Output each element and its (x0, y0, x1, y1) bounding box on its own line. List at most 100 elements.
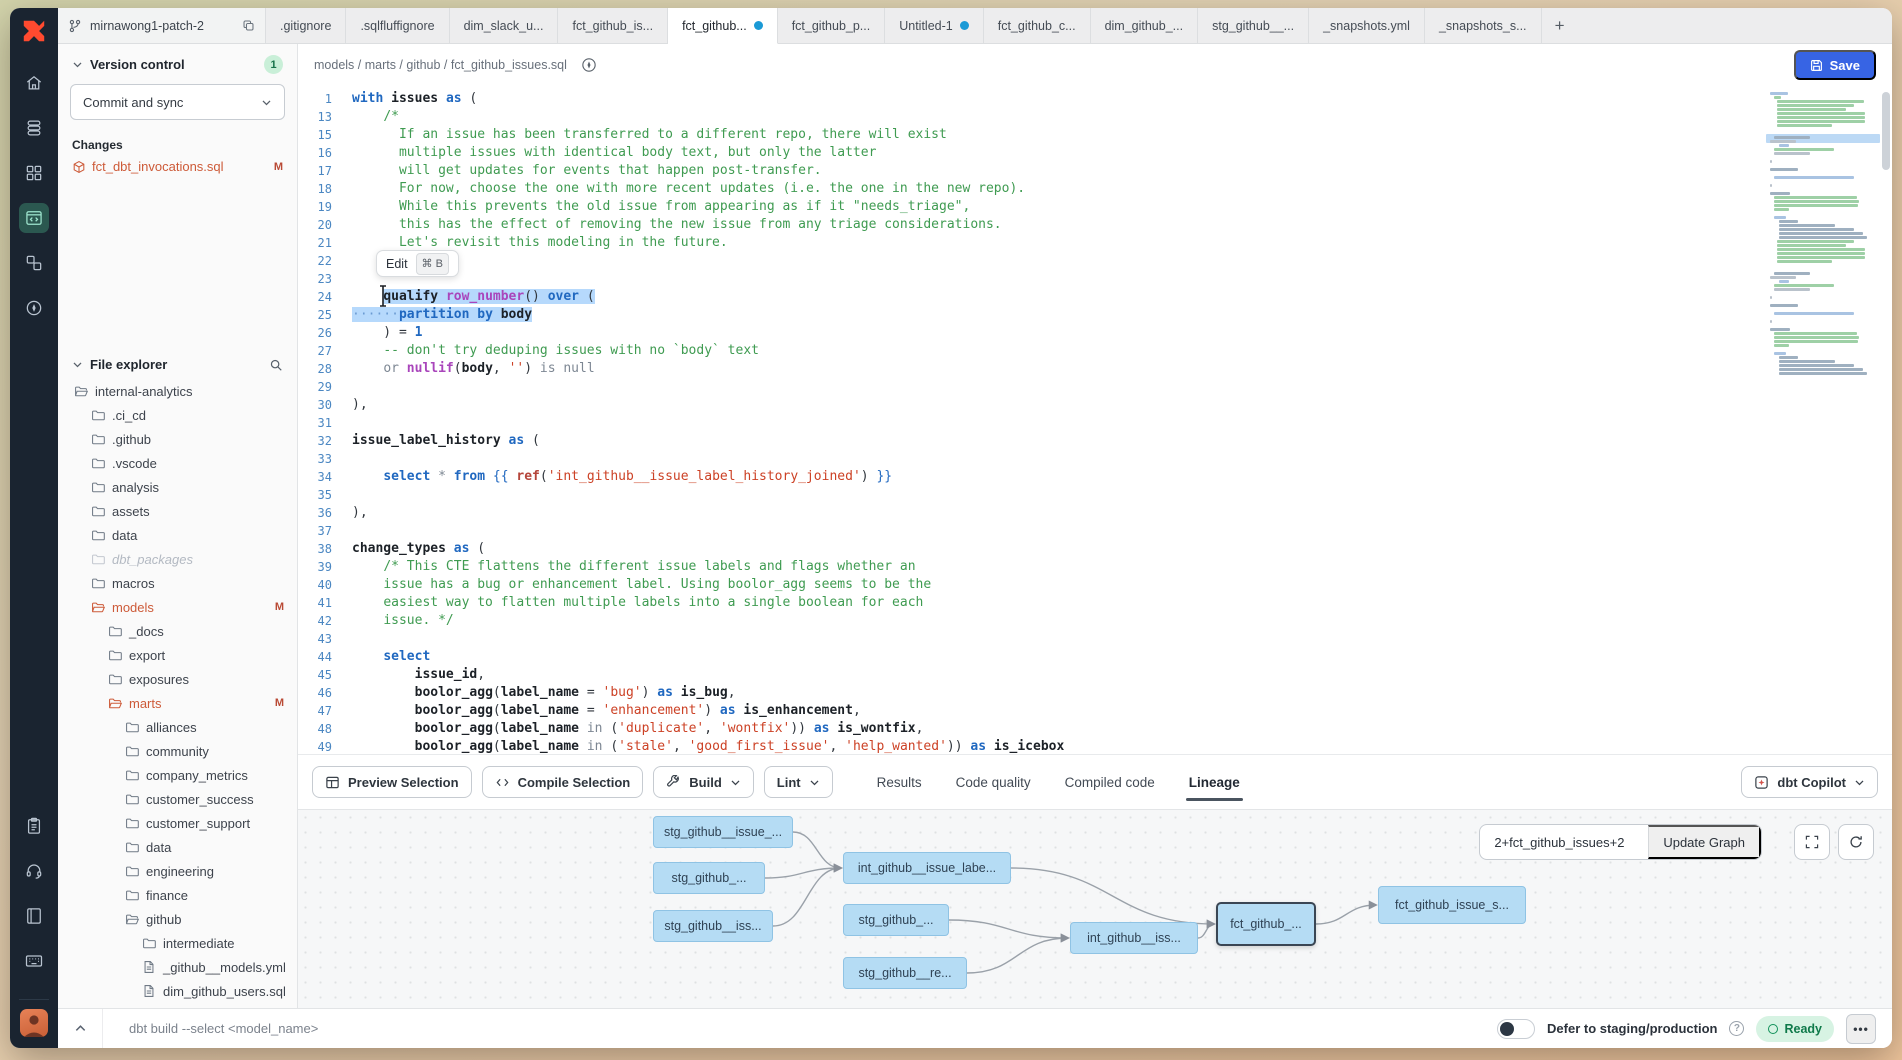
fullscreen-button[interactable] (1794, 824, 1830, 860)
code-line[interactable]: 43 (298, 630, 1892, 648)
file-tree-item[interactable]: _github__models.yml (58, 955, 297, 979)
code-line[interactable]: 44 select (298, 648, 1892, 666)
file-tree-item[interactable]: engineering (58, 859, 297, 883)
file-tree-item[interactable]: customer_success (58, 787, 297, 811)
clipboard-icon[interactable] (19, 811, 49, 841)
lint-button[interactable]: Lint (764, 766, 833, 798)
file-tab[interactable]: fct_github... (668, 8, 778, 44)
lineage-node[interactable]: stg_github__iss... (653, 910, 773, 942)
file-tree-item[interactable]: analysis (58, 475, 297, 499)
file-tree-item[interactable]: exposures (58, 667, 297, 691)
search-icon[interactable] (269, 358, 283, 372)
file-tab[interactable]: .sqlfluffignore (346, 8, 449, 43)
code-line[interactable]: 48 boolor_agg(label_name in ('duplicate'… (298, 720, 1892, 738)
file-tab[interactable]: Untitled-1 (885, 8, 984, 43)
file-tree-item[interactable]: data (58, 835, 297, 859)
commit-and-sync-button[interactable]: Commit and sync (70, 84, 285, 120)
code-line[interactable]: 30), (298, 396, 1892, 414)
code-line[interactable]: 18 For now, choose the one with more rec… (298, 180, 1892, 198)
code-line[interactable]: 36), (298, 504, 1892, 522)
lineage-node[interactable]: stg_github_... (843, 904, 949, 936)
overflow-menu-button[interactable]: ••• (1846, 1014, 1876, 1044)
file-tree-item[interactable]: finance (58, 883, 297, 907)
code-line[interactable]: 15 If an issue has been transferred to a… (298, 126, 1892, 144)
lineage-node[interactable]: fct_github_... (1216, 902, 1316, 946)
build-button[interactable]: Build (653, 766, 754, 798)
file-tree-item[interactable]: data (58, 523, 297, 547)
lineage-selector-input[interactable]: 2+fct_github_issues+2 (1480, 825, 1648, 859)
panel-tab-results[interactable]: Results (877, 775, 922, 790)
file-tree-item[interactable]: .ci_cd (58, 403, 297, 427)
code-line[interactable]: 26 ) = 1 (298, 324, 1892, 342)
new-tab-button[interactable]: + (1542, 8, 1578, 43)
user-avatar[interactable] (19, 1008, 49, 1038)
code-line[interactable]: 49 boolor_agg(label_name in ('stale', 'g… (298, 738, 1892, 754)
file-tree-item[interactable]: customer_support (58, 811, 297, 835)
file-tree-item[interactable]: .vscode (58, 451, 297, 475)
update-graph-button[interactable]: Update Graph (1648, 825, 1761, 859)
code-line[interactable]: 28 or nullif(body, '') is null (298, 360, 1892, 378)
code-line[interactable]: 31 (298, 414, 1892, 432)
file-tab[interactable]: fct_github_is... (558, 8, 668, 43)
help-icon[interactable]: ? (1729, 1021, 1744, 1036)
file-tree-item[interactable]: github (58, 907, 297, 931)
panel-tab-compiled-code[interactable]: Compiled code (1065, 775, 1155, 790)
stack-icon[interactable] (19, 113, 49, 143)
code-line[interactable]: 13 /* (298, 108, 1892, 126)
code-line[interactable]: 27 -- don't try deduping issues with no … (298, 342, 1892, 360)
file-tree-item[interactable]: company_metrics (58, 763, 297, 787)
lineage-node[interactable]: stg_github__re... (843, 957, 967, 989)
code-line[interactable]: 40 issue has a bug or enhancement label.… (298, 576, 1892, 594)
file-tree-item[interactable]: alliances (58, 715, 297, 739)
code-line[interactable]: 47 boolor_agg(label_name = 'enhancement'… (298, 702, 1892, 720)
file-tab[interactable]: dim_slack_u... (450, 8, 559, 43)
code-line[interactable]: 38change_types as ( (298, 540, 1892, 558)
file-tab[interactable]: stg_github__... (1198, 8, 1309, 43)
code-line[interactable]: 46 boolor_agg(label_name = 'bug') as is_… (298, 684, 1892, 702)
refresh-graph-button[interactable] (1838, 824, 1874, 860)
file-tab[interactable]: .gitignore (266, 8, 346, 43)
lineage-node[interactable]: int_github__issue_labe... (843, 852, 1011, 884)
lineage-node[interactable]: int_github__iss... (1070, 922, 1198, 954)
file-tab[interactable]: dim_github_... (1091, 8, 1199, 43)
command-input[interactable]: dbt build --select <model_name> (102, 1009, 1481, 1048)
code-line[interactable]: 42 issue. */ (298, 612, 1892, 630)
file-explorer-header[interactable]: File explorer (58, 346, 297, 379)
changed-file-item[interactable]: fct_dbt_invocations.sql M (58, 155, 297, 178)
code-line[interactable]: 37 (298, 522, 1892, 540)
file-tab[interactable]: fct_github_c... (984, 8, 1091, 43)
ide-icon[interactable] (19, 203, 49, 233)
view-docs-compass-icon[interactable] (577, 53, 601, 77)
preview-selection-button[interactable]: Preview Selection (312, 766, 472, 798)
file-tree-item[interactable]: macros (58, 571, 297, 595)
collapse-panel-button[interactable] (58, 1009, 102, 1048)
compass-icon[interactable] (19, 293, 49, 323)
dbt-copilot-button[interactable]: dbt Copilot (1741, 766, 1878, 798)
home-icon[interactable] (19, 68, 49, 98)
code-line[interactable]: 32issue_label_history as ( (298, 432, 1892, 450)
file-tree-item[interactable]: community (58, 739, 297, 763)
edit-popup[interactable]: Edit ⌘ B (376, 250, 459, 277)
docs-icon[interactable] (19, 901, 49, 931)
code-line[interactable]: 19 While this prevents the old issue fro… (298, 198, 1892, 216)
minimap[interactable] (1770, 92, 1876, 376)
code-editor[interactable]: 1with issues as (13 /*15 If an issue has… (298, 86, 1892, 754)
code-line[interactable]: 41 easiest way to flatten multiple label… (298, 594, 1892, 612)
support-icon[interactable] (19, 856, 49, 886)
code-line[interactable]: 23 (298, 270, 1892, 288)
file-tree-item[interactable]: dim_github_users.sql (58, 979, 297, 1003)
panel-tab-code-quality[interactable]: Code quality (956, 775, 1031, 790)
code-line[interactable]: 33 (298, 450, 1892, 468)
code-line[interactable]: 29 (298, 378, 1892, 396)
code-line[interactable]: 21 Let's revisit this modeling in the fu… (298, 234, 1892, 252)
code-line[interactable]: 16 multiple issues with identical body t… (298, 144, 1892, 162)
copy-branch-icon[interactable] (242, 19, 255, 32)
file-tree-item[interactable]: internal-analytics (58, 379, 297, 403)
file-tree-item[interactable]: martsM (58, 691, 297, 715)
keyboard-icon[interactable] (19, 946, 49, 976)
branch-tab[interactable]: mirnawong1-patch-2 (58, 8, 266, 43)
code-line[interactable]: 45 issue_id, (298, 666, 1892, 684)
file-tree-item[interactable]: assets (58, 499, 297, 523)
code-line[interactable]: 34 select * from {{ ref('int_github__iss… (298, 468, 1892, 486)
code-line[interactable]: 25······partition by body (298, 306, 1892, 324)
